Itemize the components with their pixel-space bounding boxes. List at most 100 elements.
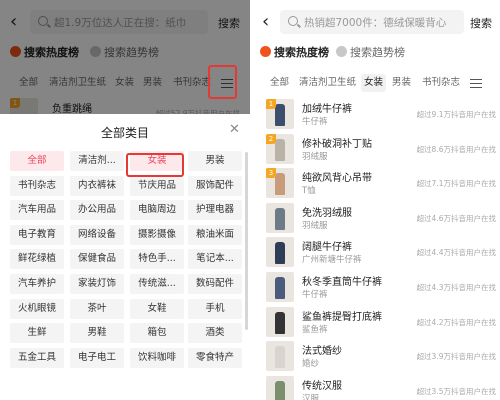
category-chip[interactable]: 男装 [188,151,242,171]
tab-hot-rank[interactable]: 搜索热度榜 [260,44,329,60]
category-all[interactable]: 全部 [267,74,292,92]
item-name: 加绒牛仔裤 [302,104,352,115]
category-cleaning[interactable]: 清洁剂卫生纸 [296,74,359,92]
category-chip[interactable]: 酒类 [188,323,242,344]
right-screen: ‹ 热销超7000件：德绒保暖背心 搜索 搜索热度榜 搜索趋势榜 全部 清洁剂卫… [256,0,500,400]
item-subcategory: T恤 [302,186,316,197]
item-thumbnail: 1 [266,99,294,129]
product-figure [275,277,285,299]
category-sheet: 全部类目 ✕ 全部 清洁剂... 女装 男装 书刊杂志 内衣裤袜 节庆用品 服饰配件 汽车用品办… [0,114,250,400]
category-chip[interactable]: 保健食品 [70,249,124,270]
category-chip[interactable]: 电子教育 [10,224,64,245]
item-name: 鲨鱼裤提臀打底裤 [302,311,382,323]
category-chip[interactable]: 汽车用品 [10,200,64,221]
item-stat: 超过4.4万抖音用户在找 [416,248,496,258]
item-stat: 超过4.6万抖音用户在找 [416,213,496,223]
category-chip[interactable]: 服饰配件 [188,175,242,196]
item-name: 阔腿牛仔裤 [302,242,352,254]
category-chip[interactable]: 护理电器 [188,200,242,221]
category-chip[interactable]: 鲜花绿植 [10,249,64,270]
sheet-title: 全部类目 [100,126,149,140]
category-chip[interactable]: 火机眼镜 [10,298,64,319]
item-thumbnail [266,306,294,337]
category-chip[interactable]: 生鲜 [10,323,64,344]
category-chip[interactable]: 笔记本... [188,249,242,270]
product-figure [275,207,285,230]
list-item[interactable]: 秋冬季直筒牛仔裤 牛仔裤 超过4.3万抖音用户在找 [256,270,500,304]
item-stat: 超过7.1万抖音用户在找 [416,179,496,189]
category-chip[interactable]: 书刊杂志 [10,175,64,196]
category-mens[interactable]: 男装 [389,74,414,92]
category-womens[interactable]: 女装 [361,74,387,92]
item-stat: 超过3.9万抖音用户在找 [416,352,496,362]
category-chip[interactable]: 传统滋... [130,274,184,294]
item-thumbnail: 2 [266,133,294,164]
rank-badge: 3 [266,168,276,179]
category-chip[interactable]: 粮油米面 [188,224,242,245]
item-stat: 超过3.5万抖音用户在找 [416,386,496,396]
category-chip[interactable]: 女鞋 [130,298,184,319]
category-chip[interactable]: 电子电工 [70,347,124,368]
category-chip[interactable]: 汽车养护 [10,274,64,294]
category-chip[interactable]: 节庆用品 [130,175,184,196]
list-item[interactable]: 免洗羽绒服 羽绒服 超过4.6万抖音用户在找 [256,201,500,235]
category-chip[interactable]: 办公用品 [70,200,124,221]
category-chip[interactable]: 男鞋 [70,323,124,344]
rank-tabs: 搜索热度榜 搜索趋势榜 [260,44,500,60]
list-item[interactable]: 鲨鱼裤提臀打底裤 鲨鱼裤 超过4.2万抖音用户在找 [256,305,500,339]
list-item[interactable]: 1 加绒牛仔裤 牛仔裤 超过9.1万抖音用户在找 [256,97,500,131]
item-name: 法式婚纱 [302,346,342,358]
item-subcategory: 牛仔裤 [302,117,328,127]
list-item[interactable]: 传统汉服 汉服 超过3.5万抖音用户在找 [256,374,500,400]
category-books[interactable]: 书刊杂志 [419,74,463,92]
close-icon[interactable]: ✕ [229,122,240,137]
chip-highlight-box [126,153,184,177]
item-subcategory: 汉服 [302,393,320,400]
category-chip[interactable]: 箱包 [130,323,184,344]
search-button[interactable]: 搜索 [470,15,492,31]
list-item[interactable]: 法式婚纱 婚纱 超过3.9万抖音用户在找 [256,339,500,373]
list-item[interactable]: 3 纯欲风背心吊带 T恤 超过7.1万抖音用户在找 [256,166,500,200]
item-name: 修补破洞补丁贴 [302,138,372,150]
product-figure [275,242,285,265]
search-icon [288,16,298,26]
menu-icon[interactable] [470,79,482,89]
category-chip[interactable]: 家装灯饰 [70,274,124,294]
item-stat: 超过4.3万抖音用户在找 [416,283,496,292]
category-chip[interactable]: 清洁剂... [70,151,124,171]
category-chip[interactable]: 内衣裤袜 [70,175,124,196]
left-screen: ‹ 超1.9万位达人正在搜：纸巾 搜索 搜索热度榜 搜索趋势榜 全部 清洁剂卫生… [0,0,250,400]
category-chip[interactable]: 饮料咖啡 [130,347,184,368]
item-subcategory: 羽绒服 [302,151,328,162]
category-chip[interactable]: 数码配件 [188,274,242,294]
category-chip[interactable]: 手机 [188,298,242,319]
category-chip[interactable]: 五金工具 [10,347,64,368]
category-chip[interactable]: 零食特产 [188,347,242,368]
category-chip[interactable]: 电脑周边 [130,200,184,221]
list-item[interactable]: 阔腿牛仔裤 广州新塘牛仔裤 超过4.4万抖音用户在找 [256,235,500,269]
item-thumbnail [266,202,294,233]
item-subcategory: 牛仔裤 [302,290,328,300]
product-figure [275,380,285,400]
category-chip[interactable]: 茶叶 [70,298,124,319]
product-figure [275,138,285,161]
sheet-scrollbar[interactable] [245,152,248,330]
rank-badge: 1 [266,99,276,109]
item-thumbnail [266,341,294,372]
product-figure [275,311,285,334]
search-input[interactable]: 热销超7000件：德绒保暖背心 [280,10,464,34]
tab-trend-rank[interactable]: 搜索趋势榜 [336,44,405,60]
item-stat: 超过8.6万抖音用户在找 [416,144,496,154]
category-chip[interactable]: 摄影摄像 [130,224,184,245]
rank-badge: 2 [266,133,276,144]
category-chip[interactable]: 特色手... [130,249,184,270]
item-thumbnail [266,375,294,400]
item-thumbnail [266,272,294,302]
list-item[interactable]: 2 修补破洞补丁贴 羽绒服 超过8.6万抖音用户在找 [256,132,500,166]
back-arrow-icon[interactable]: ‹ [262,12,274,32]
item-subcategory: 广州新塘牛仔裤 [302,255,362,266]
item-subcategory: 鲨鱼裤 [302,324,328,335]
category-row: 全部 清洁剂卫生纸 女装 男装 书刊杂志 [256,74,500,94]
category-chip[interactable]: 网络设备 [70,224,124,245]
category-chip[interactable]: 全部 [10,151,64,171]
